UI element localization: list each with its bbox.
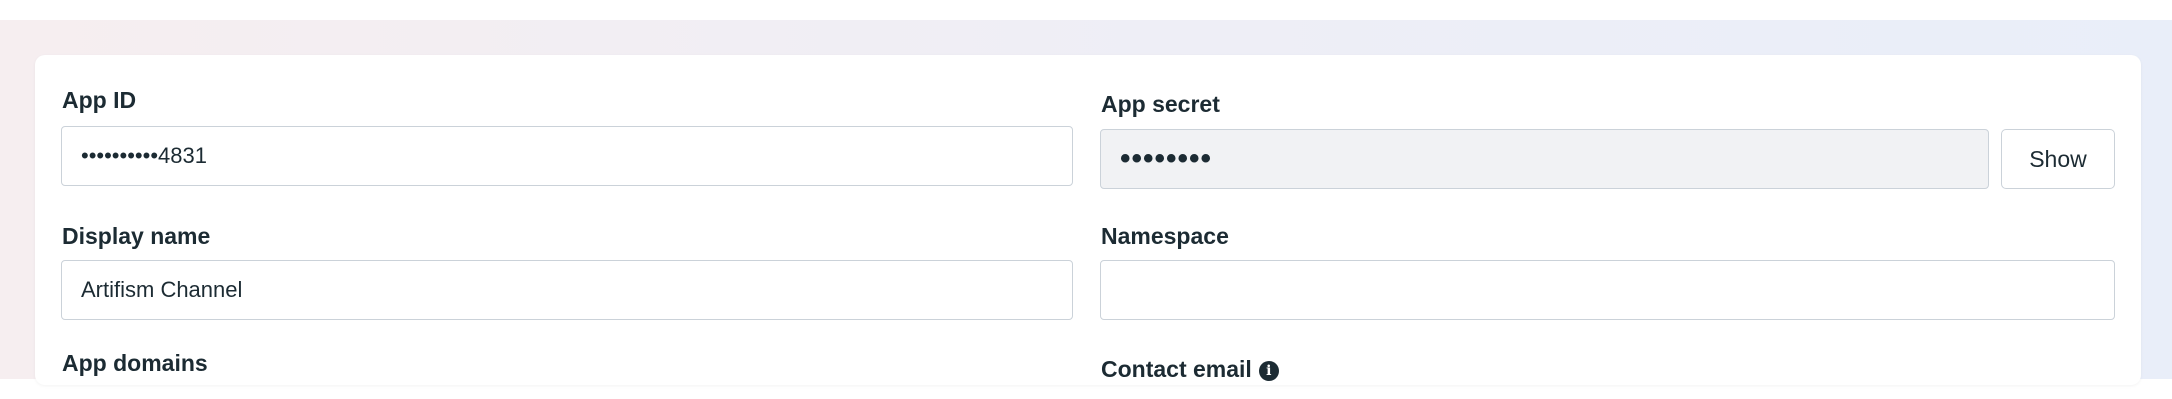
- namespace-field[interactable]: [1100, 260, 2115, 320]
- basic-settings-card: App ID App secret Show Display name Name…: [35, 55, 2141, 385]
- contact-email-label-text: Contact email: [1101, 356, 1252, 382]
- app-domains-label: App domains: [62, 350, 208, 376]
- display-name-label: Display name: [62, 223, 211, 249]
- display-name-field[interactable]: [61, 260, 1073, 320]
- app-secret-label: App secret: [1101, 91, 1220, 117]
- info-icon[interactable]: i: [1258, 361, 1279, 381]
- namespace-label: Namespace: [1101, 223, 1229, 249]
- show-secret-button[interactable]: Show: [2001, 129, 2115, 189]
- app-id-field[interactable]: [61, 126, 1073, 186]
- contact-email-label: Contact email i: [1101, 355, 1279, 383]
- app-id-label: App ID: [62, 87, 137, 113]
- app-secret-field[interactable]: [1100, 129, 1989, 189]
